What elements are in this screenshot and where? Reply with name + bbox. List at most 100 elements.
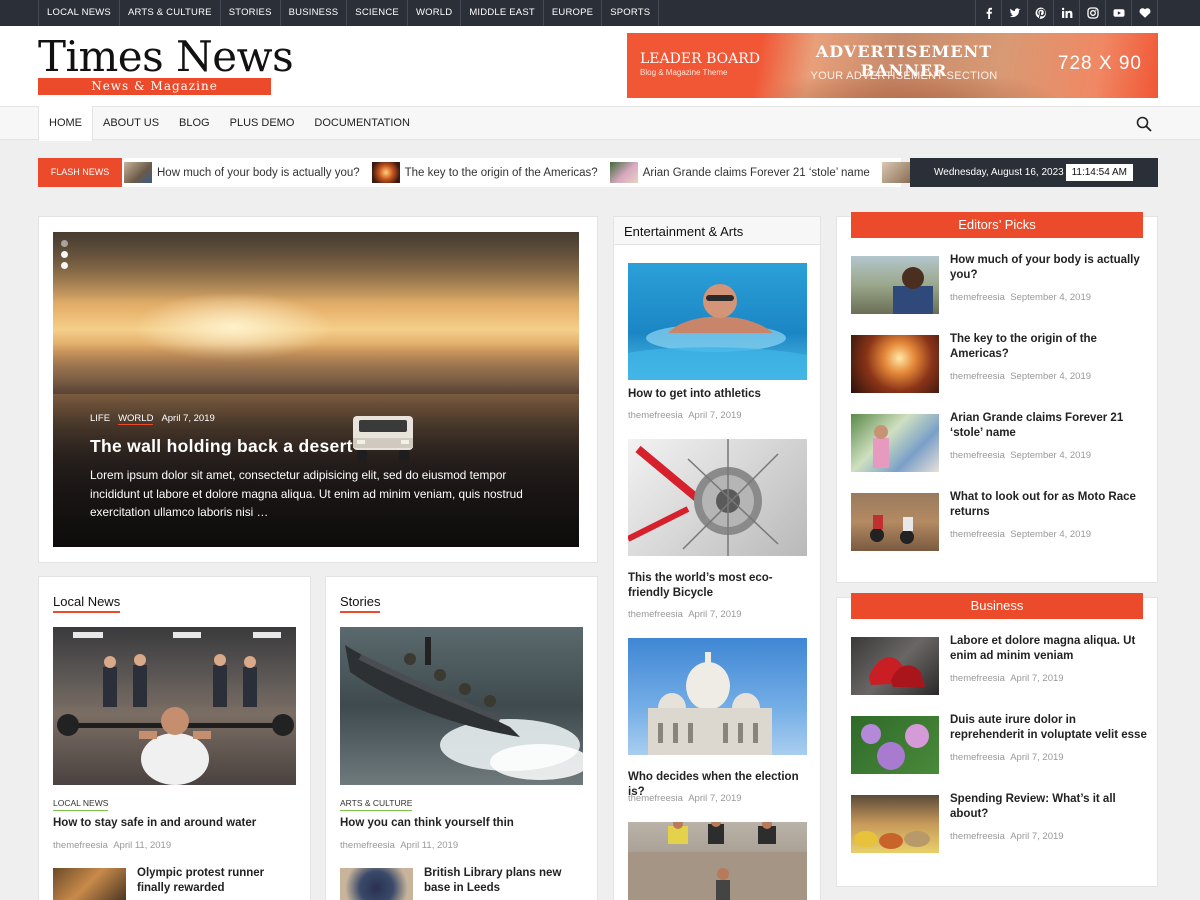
twitter-icon[interactable] [1002, 0, 1028, 26]
small-post-title[interactable]: Olympic protest runner finally rewarded [137, 866, 297, 896]
category-label[interactable]: LOCAL NEWS [53, 798, 109, 811]
post-author[interactable]: themefreesia [950, 450, 1005, 461]
section-title-local-news[interactable]: Local News [53, 594, 121, 613]
post-author[interactable]: themefreesia [53, 840, 108, 851]
slider-dot[interactable] [61, 262, 68, 269]
main-nav: HOME ABOUT US BLOG PLUS DEMO DOCUMENTATI… [0, 106, 1200, 141]
section-title-stories[interactable]: Stories [340, 594, 381, 613]
small-post-thumb[interactable] [340, 868, 413, 900]
post-author[interactable]: themefreesia [628, 793, 683, 804]
post-author[interactable]: themefreesia [950, 371, 1005, 382]
flash-item-title: The key to the origin of the Americas? [404, 166, 598, 179]
hero-category-world[interactable]: WORLD [118, 413, 154, 425]
ad-leader-board: LEADER BOARD [640, 51, 760, 67]
linkedin-icon[interactable] [1054, 0, 1080, 26]
pick-title[interactable]: The key to the origin of the Americas? [950, 332, 1145, 362]
post-title[interactable]: How to get into athletics [628, 387, 808, 402]
business-thumb[interactable] [851, 795, 939, 853]
post-title[interactable]: How to stay safe in and around water [53, 816, 298, 831]
site-logo-title[interactable]: Times News [38, 34, 294, 80]
flash-thumb [609, 162, 638, 183]
top-nav-business[interactable]: BUSINESS [281, 0, 348, 26]
ent-post-image[interactable] [628, 638, 807, 755]
ent-post-image[interactable] [628, 439, 807, 556]
ent-post-image[interactable] [628, 263, 807, 380]
small-post-thumb[interactable] [53, 868, 126, 900]
main-nav-items: HOME ABOUT US BLOG PLUS DEMO DOCUMENTATI… [38, 106, 420, 141]
woman-portrait [873, 425, 889, 468]
top-nav-middle-east[interactable]: MIDDLE EAST [461, 0, 544, 26]
stories-image[interactable] [340, 627, 583, 785]
nav-blog[interactable]: BLOG [169, 106, 220, 141]
slider-dot[interactable] [61, 240, 68, 247]
nav-plus-demo[interactable]: PLUS DEMO [220, 106, 305, 141]
post-author[interactable]: themefreesia [340, 840, 395, 851]
instagram-icon[interactable] [1080, 0, 1106, 26]
top-nav: LOCAL NEWS ARTS & CULTURE STORIES BUSINE… [38, 0, 660, 26]
nav-home[interactable]: HOME [38, 106, 93, 141]
top-nav-arts-culture[interactable]: ARTS & CULTURE [120, 0, 221, 26]
pick-title[interactable]: Arian Grande claims Forever 21 ‘stole’ n… [950, 411, 1145, 441]
nav-documentation[interactable]: DOCUMENTATION [304, 106, 420, 141]
pick-title[interactable]: What to look out for as Moto Race return… [950, 490, 1145, 520]
post-author[interactable]: themefreesia [628, 609, 683, 620]
slider-dot[interactable] [61, 251, 68, 258]
flash-item[interactable]: How much of your body is actually you? [124, 162, 360, 183]
business-card: Business Labore et dolore magna aliqua. … [836, 593, 1158, 887]
pick-thumb[interactable] [851, 335, 939, 393]
hero-category-life[interactable]: LIFE [90, 413, 110, 425]
pick-meta: themefreesia September 4, 2019 [950, 371, 1091, 382]
ad-size: 728 X 90 [1057, 53, 1142, 74]
advertisement-banner[interactable]: LEADER BOARD Blog & Magazine Theme ADVER… [627, 33, 1158, 98]
top-nav-europe[interactable]: EUROPE [544, 0, 603, 26]
post-author[interactable]: themefreesia [950, 831, 1005, 842]
hero-title[interactable]: The wall holding back a desert [90, 436, 353, 457]
pinterest-icon[interactable] [1028, 0, 1054, 26]
post-author[interactable]: themefreesia [950, 292, 1005, 303]
post-author[interactable]: themefreesia [950, 752, 1005, 763]
local-news-image[interactable] [53, 627, 296, 785]
small-post-title[interactable]: British Library plans new base in Leeds [424, 866, 584, 896]
post-title[interactable]: This the world’s most eco-friendly Bicyc… [628, 571, 813, 601]
youtube-icon[interactable] [1106, 0, 1132, 26]
section-title-entertainment[interactable]: Entertainment & Arts [624, 224, 743, 239]
facebook-icon[interactable] [976, 0, 1002, 26]
post-date: April 7, 2019 [688, 609, 742, 620]
pick-thumb[interactable] [851, 493, 939, 551]
search-icon[interactable] [1136, 116, 1152, 132]
stories-card: Stories ARTS & CULTURE How you can think… [325, 576, 598, 900]
heart-icon[interactable] [1132, 0, 1158, 26]
current-time: 11:14:54 AM [1065, 164, 1133, 181]
flash-item[interactable]: Arian Grande claims Forever 21 ‘stole’ n… [609, 162, 870, 183]
top-nav-science[interactable]: SCIENCE [347, 0, 408, 26]
top-nav-local-news[interactable]: LOCAL NEWS [39, 0, 120, 26]
top-nav-world[interactable]: WORLD [408, 0, 462, 26]
post-date: April 11, 2019 [400, 840, 459, 851]
ent-post-image[interactable] [628, 822, 807, 900]
category-label[interactable]: ARTS & CULTURE [340, 798, 413, 811]
top-nav-sports[interactable]: SPORTS [602, 0, 660, 26]
pick-thumb[interactable] [851, 256, 939, 314]
boat-scene [345, 637, 583, 780]
top-nav-stories[interactable]: STORIES [221, 0, 281, 26]
post-author[interactable]: themefreesia [950, 673, 1005, 684]
pick-thumb[interactable] [851, 414, 939, 472]
business-title[interactable]: Labore et dolore magna aliqua. Ut enim a… [950, 634, 1145, 664]
post-author[interactable]: themefreesia [950, 529, 1005, 540]
post-date: September 4, 2019 [1010, 450, 1092, 461]
business-title[interactable]: Spending Review: What’s it all about? [950, 792, 1145, 822]
business-thumb[interactable] [851, 637, 939, 695]
shoes-scene [869, 657, 925, 687]
post-author[interactable]: themefreesia [628, 410, 683, 421]
post-title[interactable]: How you can think yourself thin [340, 816, 585, 831]
section-title-editors-picks[interactable]: Editors’ Picks [851, 212, 1143, 238]
business-thumb[interactable] [851, 716, 939, 774]
swimmer-scene [628, 284, 807, 380]
flash-item[interactable]: The key to the origin of the Americas? [371, 162, 598, 183]
section-title-business[interactable]: Business [851, 593, 1143, 619]
business-title[interactable]: Duis aute irure dolor in reprehenderit i… [950, 713, 1150, 743]
post-meta: themefreesia April 7, 2019 [628, 609, 742, 620]
nav-about-us[interactable]: ABOUT US [93, 106, 169, 141]
pick-title[interactable]: How much of your body is actually you? [950, 253, 1145, 283]
featured-slide[interactable]: LIFE WORLD April 7, 2019 The wall holdin… [53, 232, 579, 547]
